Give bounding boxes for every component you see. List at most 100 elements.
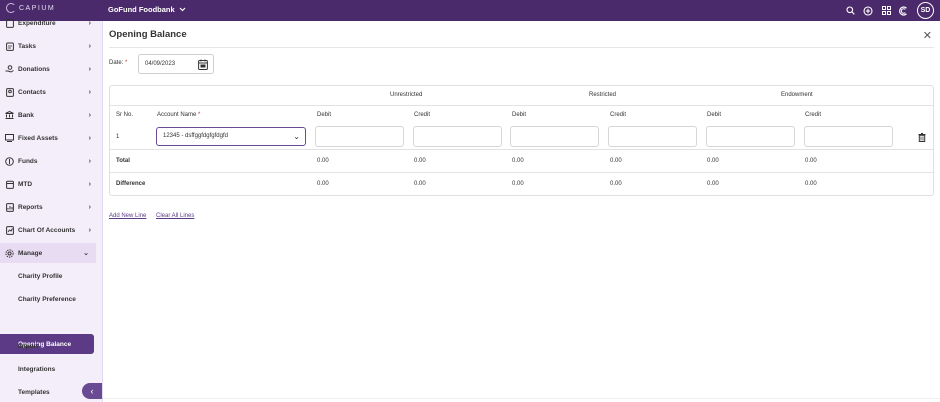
sidebar-item-mtd[interactable]: MTD › bbox=[0, 174, 98, 194]
unrestricted-debit-input[interactable] bbox=[315, 126, 404, 147]
sidebar-sub-import[interactable]: Import bbox=[18, 343, 38, 350]
sidebar-sub-charity-profile[interactable]: Charity Profile bbox=[18, 273, 62, 280]
total-value: 0.00 bbox=[414, 158, 426, 164]
chevron-down-icon: ⌄ bbox=[293, 132, 300, 141]
total-label: Total bbox=[116, 158, 130, 164]
main-content: Opening Balance ✕ Date: * 04/09/2023 Unr… bbox=[103, 21, 940, 402]
sidebar-item-label: Expenditure bbox=[18, 19, 56, 27]
clipboard-icon bbox=[5, 42, 14, 51]
sidebar-sub-templates[interactable]: Templates bbox=[18, 389, 50, 396]
top-bar: CAPIUM GoFund Foodbank SD bbox=[0, 0, 940, 21]
chevron-down-icon bbox=[179, 7, 186, 12]
chevron-right-icon: › bbox=[88, 88, 91, 96]
col-restricted-debit: Debit bbox=[512, 112, 527, 118]
sidebar-item-label: Chart Of Accounts bbox=[18, 226, 76, 234]
restricted-debit-input[interactable] bbox=[510, 126, 599, 147]
divider bbox=[109, 47, 934, 48]
endowment-credit-input[interactable] bbox=[804, 126, 893, 147]
date-label: Date: * bbox=[109, 60, 127, 66]
sidebar-sub-opening-balance[interactable]: Opening Balance bbox=[0, 334, 94, 354]
row-divider bbox=[110, 172, 933, 173]
chevron-right-icon: › bbox=[88, 226, 91, 234]
row-divider bbox=[110, 149, 933, 150]
org-name: GoFund Foodbank bbox=[108, 5, 175, 14]
chevron-right-icon: › bbox=[88, 203, 91, 211]
capium-c-icon[interactable] bbox=[899, 5, 909, 16]
col-restricted-credit: Credit bbox=[610, 112, 627, 118]
required-marker: * bbox=[125, 60, 128, 66]
chevron-right-icon: › bbox=[88, 157, 91, 165]
chevron-right-icon: › bbox=[88, 19, 91, 27]
difference-value: 0.00 bbox=[707, 181, 719, 187]
add-circle-icon[interactable] bbox=[863, 5, 873, 16]
chevron-right-icon: › bbox=[88, 111, 91, 119]
sidebar-item-funds[interactable]: Funds › bbox=[0, 151, 98, 171]
difference-value: 0.00 bbox=[610, 181, 622, 187]
sidebar-item-fixed-assets[interactable]: Fixed Assets › bbox=[0, 128, 98, 148]
collapse-sidebar-button[interactable]: ‹ bbox=[82, 383, 102, 399]
chevron-right-icon: › bbox=[88, 180, 91, 188]
total-value: 0.00 bbox=[610, 158, 622, 164]
unrestricted-credit-input[interactable] bbox=[413, 126, 502, 147]
chevron-right-icon: › bbox=[88, 134, 91, 142]
total-value: 0.00 bbox=[805, 158, 817, 164]
sidebar-item-manage[interactable]: Manage ⌄ bbox=[0, 243, 96, 263]
date-label-text: Date: bbox=[109, 60, 124, 66]
total-value: 0.00 bbox=[707, 158, 719, 164]
gear-icon bbox=[5, 248, 14, 258]
sidebar: Expenditure › Tasks › Donations › Contac… bbox=[0, 18, 103, 402]
difference-value: 0.00 bbox=[317, 181, 329, 187]
close-icon[interactable]: ✕ bbox=[923, 29, 932, 42]
sidebar-item-reports[interactable]: Reports › bbox=[0, 197, 98, 217]
date-input[interactable]: 04/09/2023 bbox=[138, 54, 214, 74]
difference-label: Difference bbox=[116, 181, 146, 187]
sidebar-item-chart-of-accounts[interactable]: Chart Of Accounts › bbox=[0, 220, 98, 240]
sidebar-item-label: MTD bbox=[18, 180, 33, 188]
total-value: 0.00 bbox=[512, 158, 524, 164]
sidebar-item-label: Fixed Assets bbox=[18, 134, 58, 142]
row-sr-no: 1 bbox=[116, 134, 120, 140]
group-unrestricted: Unrestricted bbox=[390, 92, 423, 98]
col-endowment-credit: Credit bbox=[805, 112, 822, 118]
restricted-credit-input[interactable] bbox=[608, 126, 697, 147]
endowment-debit-input[interactable] bbox=[706, 126, 795, 147]
receipt-icon bbox=[5, 18, 14, 28]
chart-icon bbox=[5, 225, 14, 235]
sidebar-item-label: Reports bbox=[18, 203, 43, 211]
sidebar-item-donations[interactable]: Donations › bbox=[0, 59, 98, 79]
sidebar-sub-integrations[interactable]: Integrations bbox=[18, 366, 55, 373]
sidebar-item-contacts[interactable]: Contacts › bbox=[0, 82, 98, 102]
user-avatar[interactable]: SD bbox=[917, 2, 934, 19]
col-account-name: Account Name * bbox=[157, 112, 200, 118]
assets-icon bbox=[5, 134, 14, 143]
apps-grid-icon[interactable] bbox=[881, 6, 891, 16]
donation-icon bbox=[5, 65, 14, 74]
sidebar-sub-charity-preference[interactable]: Charity Preference bbox=[18, 296, 76, 303]
calendar-icon[interactable] bbox=[198, 59, 208, 70]
account-select-value: 12345 - dsffggfdgfgfdgfd bbox=[163, 133, 228, 139]
page-title: Opening Balance bbox=[109, 29, 187, 40]
chevron-right-icon: › bbox=[88, 42, 91, 50]
account-select[interactable]: 12345 - dsffggfdgfgfdgfd ⌄ bbox=[156, 127, 306, 146]
bank-icon bbox=[5, 111, 14, 120]
total-value: 0.00 bbox=[317, 158, 329, 164]
sidebar-item-bank[interactable]: Bank › bbox=[0, 105, 98, 125]
difference-value: 0.00 bbox=[414, 181, 426, 187]
org-switcher[interactable]: GoFund Foodbank bbox=[108, 5, 186, 14]
add-new-line-link[interactable]: Add New Line bbox=[109, 213, 146, 219]
chevron-left-icon: ‹ bbox=[90, 386, 94, 396]
search-icon[interactable] bbox=[845, 6, 855, 16]
clear-all-lines-link[interactable]: Clear All Lines bbox=[156, 213, 194, 219]
sidebar-item-label: Bank bbox=[18, 111, 34, 119]
sidebar-item-expenditure[interactable]: Expenditure › bbox=[0, 13, 98, 33]
reports-icon bbox=[5, 202, 14, 212]
sidebar-item-label: Manage bbox=[18, 249, 43, 257]
contacts-icon bbox=[5, 87, 14, 97]
col-unrestricted-credit: Credit bbox=[414, 112, 431, 118]
calendar-icon bbox=[5, 180, 14, 189]
sidebar-item-tasks[interactable]: Tasks › bbox=[0, 36, 98, 56]
funds-icon bbox=[5, 156, 14, 166]
app-logo[interactable]: CAPIUM bbox=[6, 3, 55, 13]
header-divider bbox=[110, 105, 933, 106]
trash-icon[interactable] bbox=[918, 133, 926, 142]
